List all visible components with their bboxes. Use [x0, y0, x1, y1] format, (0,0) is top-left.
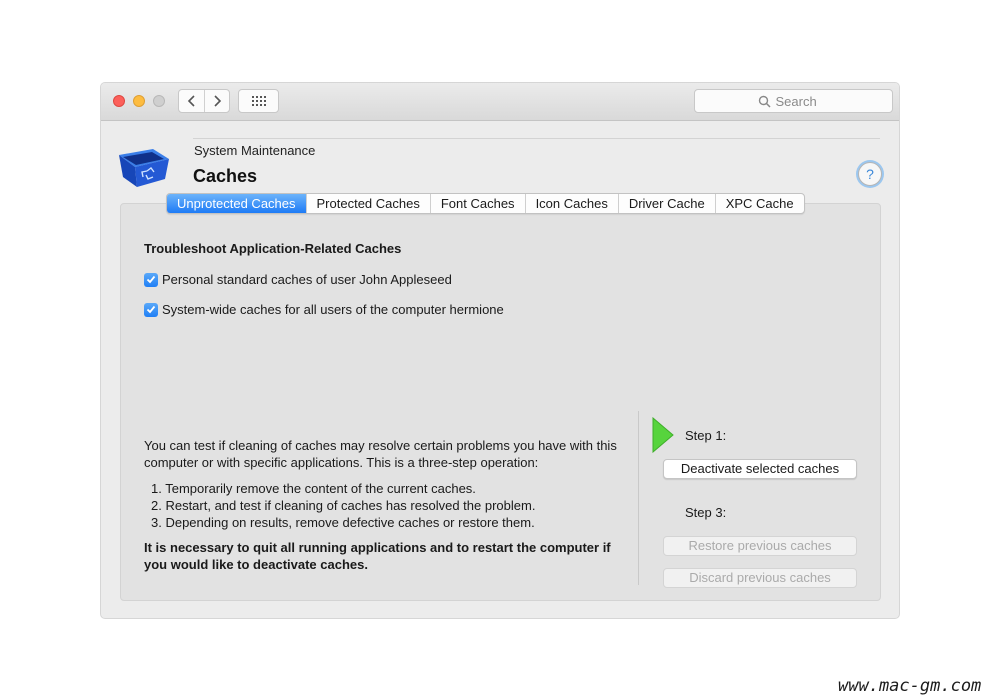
tab-font-caches[interactable]: Font Caches: [431, 194, 526, 213]
step1-label: Step 1:: [685, 428, 727, 443]
search-input[interactable]: [775, 93, 830, 109]
system-caches-label: System-wide caches for all users of the …: [162, 302, 504, 317]
forward-button[interactable]: [204, 90, 229, 112]
header-divider: [193, 138, 880, 139]
group-heading: Troubleshoot Application-Related Caches: [144, 241, 402, 256]
search-icon: [758, 95, 771, 108]
close-button[interactable]: [113, 95, 125, 107]
discard-caches-button[interactable]: Discard previous caches: [663, 568, 857, 588]
step-item: 2. Restart, and test if cleaning of cach…: [151, 498, 536, 513]
step-item: 3. Depending on results, remove defectiv…: [151, 515, 535, 530]
page-title: Caches: [193, 166, 258, 186]
personal-caches-label: Personal standard caches of user John Ap…: [162, 272, 452, 287]
tab-bar: Unprotected Caches Protected Caches Font…: [166, 193, 805, 214]
grid-icon: [251, 96, 266, 106]
section-title: System Maintenance: [194, 143, 316, 158]
restore-caches-button[interactable]: Restore previous caches: [663, 536, 857, 556]
tab-icon-caches[interactable]: Icon Caches: [526, 194, 619, 213]
tab-driver-cache[interactable]: Driver Cache: [619, 194, 716, 213]
watermark-text: www.mac-gm.com: [838, 676, 982, 696]
checkmark-icon: [146, 275, 156, 284]
vertical-divider: [638, 411, 639, 585]
tab-xpc-cache[interactable]: XPC Cache: [716, 194, 804, 213]
chevron-left-icon: [187, 95, 195, 107]
back-button[interactable]: [179, 90, 204, 112]
system-caches-option[interactable]: System-wide caches for all users of the …: [144, 302, 504, 317]
steps-list: 1. Temporarily remove the content of the…: [151, 480, 535, 531]
zoom-button[interactable]: [153, 95, 165, 107]
system-caches-checkbox[interactable]: [144, 302, 158, 317]
step3-label: Step 3:: [685, 505, 727, 520]
deactivate-caches-button[interactable]: Deactivate selected caches: [663, 459, 857, 479]
preferences-window: System Maintenance Caches ? Unprotected …: [100, 82, 900, 619]
chevron-right-icon: [214, 95, 222, 107]
personal-caches-option[interactable]: Personal standard caches of user John Ap…: [144, 272, 452, 287]
help-button[interactable]: ?: [858, 162, 882, 186]
personal-caches-checkbox[interactable]: [144, 272, 158, 287]
back-forward-group: [178, 89, 230, 113]
minimize-button[interactable]: [133, 95, 145, 107]
warning-text: It is necessary to quit all running appl…: [144, 540, 611, 572]
tab-unprotected-caches[interactable]: Unprotected Caches: [167, 194, 307, 213]
play-arrow-icon: [652, 417, 674, 453]
show-all-button[interactable]: [238, 89, 279, 113]
step-item: 1. Temporarily remove the content of the…: [151, 481, 476, 496]
title-bar: [101, 83, 899, 121]
search-field[interactable]: [694, 89, 893, 113]
intro-text: You can test if cleaning of caches may r…: [144, 438, 617, 470]
tab-protected-caches[interactable]: Protected Caches: [307, 194, 431, 213]
checkmark-icon: [146, 305, 156, 314]
recycle-bin-icon: [119, 149, 169, 187]
